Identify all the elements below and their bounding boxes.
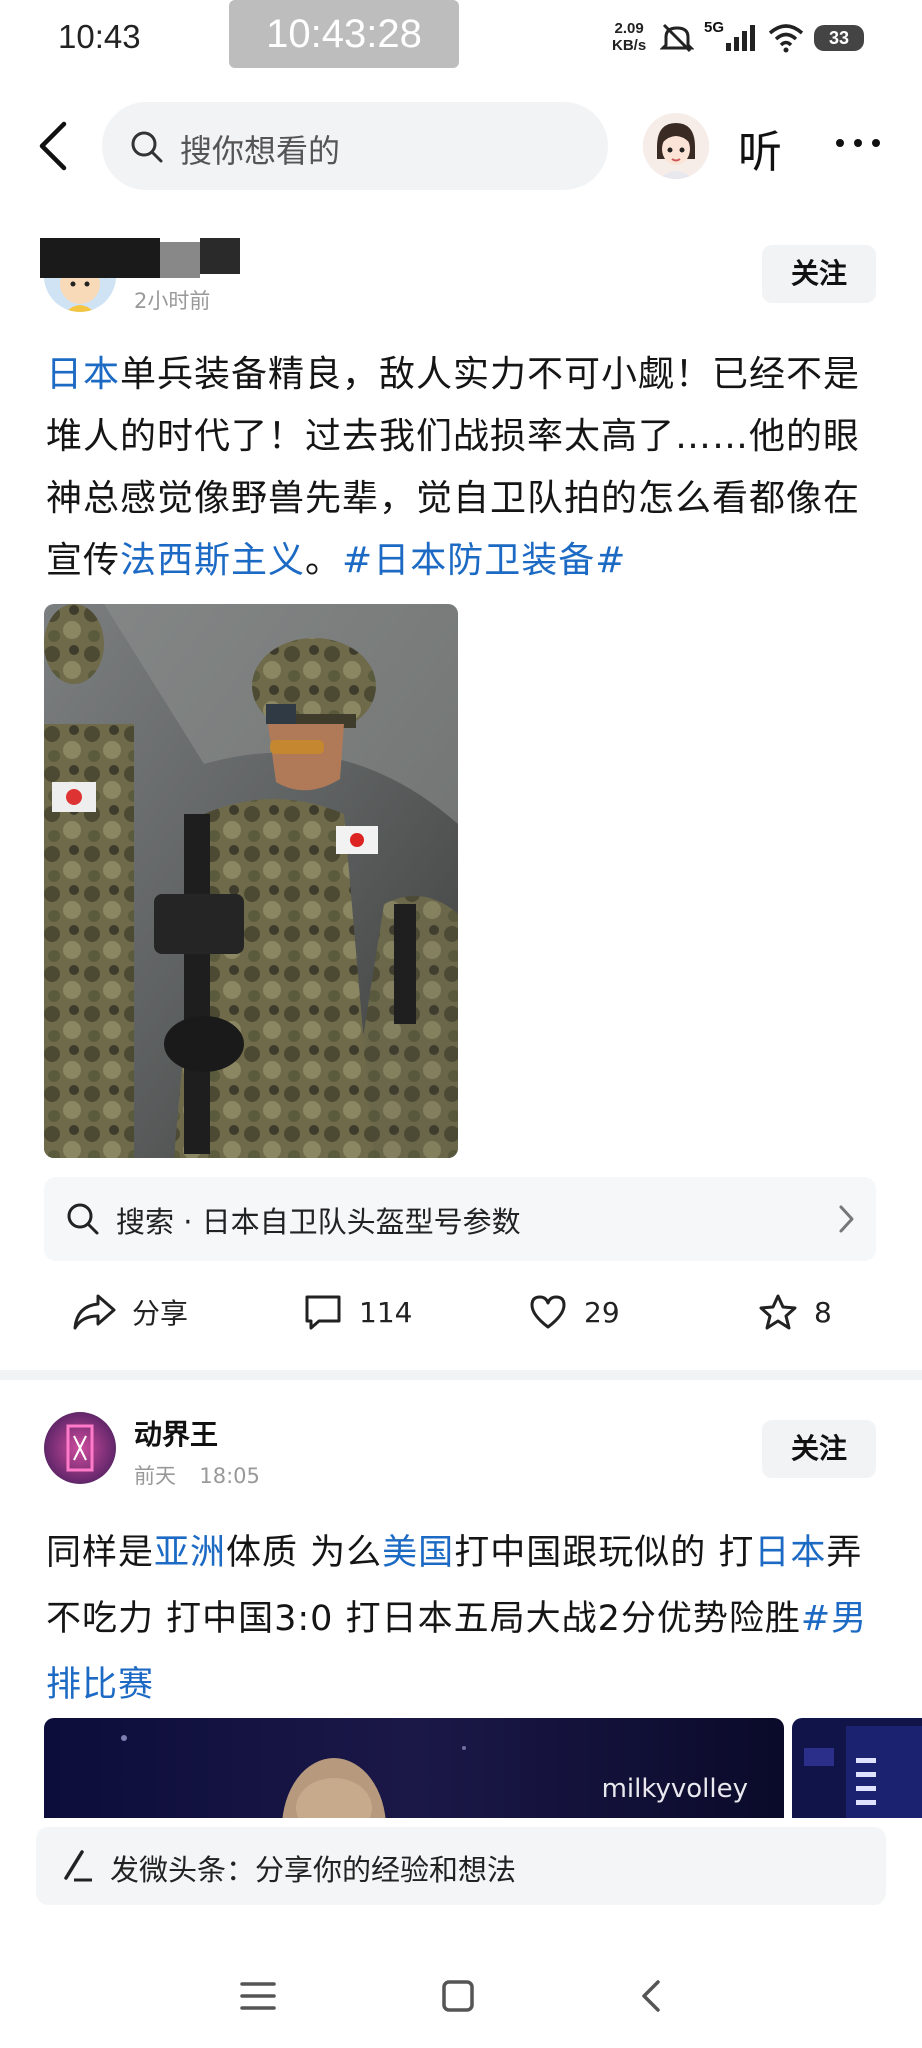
related-search[interactable]: 搜索 · 日本自卫队头盔型号参数: [44, 1177, 876, 1261]
post-text-segment: 同样是: [46, 1533, 155, 1573]
search-icon: [67, 1203, 99, 1235]
soldier-photo: [44, 604, 458, 1158]
post-image[interactable]: milkyvolley: [44, 1718, 784, 1818]
wifi-icon: [768, 24, 804, 53]
battery-indicator: 33: [814, 25, 864, 51]
search-bar[interactable]: 搜你想看的: [102, 102, 608, 190]
signal-icon: 5G: [704, 19, 758, 53]
system-nav-bar: [0, 1940, 922, 2048]
listen-button[interactable]: 听: [738, 116, 782, 180]
like-count: 29: [584, 1295, 620, 1329]
avatar-illustration: [44, 1412, 116, 1484]
chevron-right-icon: [839, 1205, 854, 1233]
status-bar: 10:43 10:43:28 2.09 KB/s 5G 33: [0, 0, 922, 76]
post-time-day: 前天: [134, 1464, 176, 1488]
favorite-button[interactable]: 8: [758, 1277, 832, 1347]
heart-icon: [530, 1295, 566, 1329]
share-button[interactable]: 分享: [72, 1277, 188, 1347]
back-button[interactable]: [30, 116, 80, 176]
link-topic[interactable]: 法西斯主义: [120, 540, 305, 581]
link-topic[interactable]: 日本: [754, 1533, 826, 1573]
post-divider: [0, 1370, 922, 1380]
post-text: 同样是亚洲体质 为么美国打中国跟玩似的 打日本弄不吃力 打中国3:0 打日本五局…: [46, 1520, 882, 1718]
search-icon: [131, 131, 163, 163]
post-text-segment: 体质 为么: [226, 1533, 383, 1573]
pen-icon: [64, 1850, 92, 1882]
menu-button[interactable]: [238, 1976, 278, 2016]
network-rate-value: 2.09: [614, 20, 644, 37]
search-placeholder: 搜你想看的: [180, 132, 341, 170]
avatar-illustration: [643, 113, 709, 179]
like-button[interactable]: 29: [528, 1277, 620, 1347]
post-text-segment: 打中国跟玩似的 打: [454, 1533, 755, 1573]
network-rate-unit: KB/s: [612, 37, 647, 54]
user-avatar[interactable]: [643, 113, 709, 179]
system-back-button[interactable]: [632, 1976, 672, 2016]
hashtag-link[interactable]: #日本防卫装备#: [342, 540, 626, 581]
link-topic[interactable]: 亚洲: [154, 1533, 226, 1573]
home-button[interactable]: [438, 1976, 478, 2016]
more-dots-icon: [836, 139, 880, 147]
chevron-left-icon: [642, 1980, 660, 2012]
post-text: 日本单兵装备精良，敌人实力不可小觑！已经不是堆人的时代了！过去我们战损率太高了……: [46, 344, 882, 592]
favorite-count: 8: [814, 1295, 832, 1329]
post-time-clock: 18:05: [199, 1464, 260, 1488]
author-avatar[interactable]: [44, 1412, 116, 1484]
post-text-segment: 。: [305, 540, 343, 581]
related-search-label: 搜索 · 日本自卫队头盔型号参数: [116, 1205, 521, 1239]
link-topic[interactable]: 日本: [46, 354, 120, 395]
follow-button[interactable]: 关注: [762, 1420, 876, 1478]
chevron-left-icon: [39, 121, 67, 171]
author-name-redacted[interactable]: [40, 238, 240, 278]
more-button[interactable]: [828, 118, 888, 168]
clock-overlay: 10:43:28: [229, 0, 459, 68]
follow-button[interactable]: 关注: [762, 245, 876, 303]
menu-icon: [240, 1982, 276, 2010]
scoreboard-photo: [792, 1718, 922, 1818]
author-name[interactable]: 动界王: [134, 1413, 218, 1453]
post-image[interactable]: [44, 604, 458, 1158]
share-icon: [73, 1294, 116, 1330]
share-label: 分享: [132, 1297, 189, 1330]
mute-icon: [660, 23, 694, 53]
compose-bar[interactable]: 发微头条：分享你的经验和想法: [36, 1827, 886, 1905]
top-bar: 搜你想看的 听: [0, 96, 922, 196]
link-topic[interactable]: 美国: [382, 1533, 454, 1573]
status-time: 10:43: [58, 18, 141, 55]
image-watermark: milkyvolley: [601, 1774, 748, 1804]
post-image[interactable]: [792, 1718, 922, 1818]
comment-icon: [305, 1295, 341, 1330]
comment-count: 114: [359, 1295, 413, 1329]
network-rate: 2.09 KB/s: [612, 20, 646, 54]
star-icon: [759, 1294, 797, 1330]
status-icons: 5G 33: [660, 18, 864, 58]
compose-placeholder: 发微头条：分享你的经验和想法: [110, 1853, 517, 1887]
post-time: 前天 18:05: [134, 1460, 260, 1490]
post-actions: 分享 114 29 8: [0, 1277, 922, 1347]
comment-button[interactable]: 114: [303, 1277, 412, 1347]
square-icon: [442, 1980, 474, 2012]
post-time: 2小时前: [134, 289, 211, 313]
